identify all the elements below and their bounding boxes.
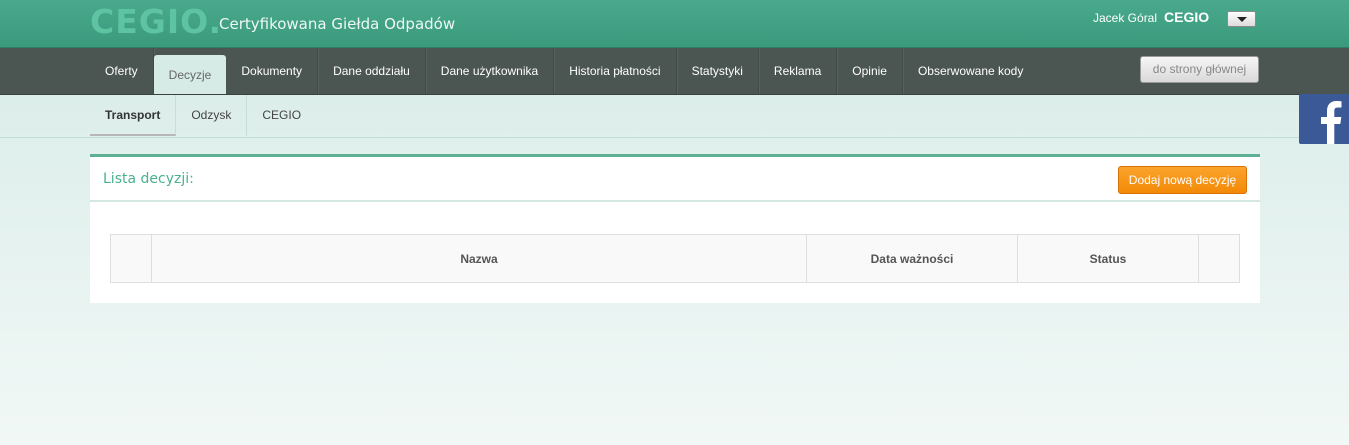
nav-item-historia-platnosci[interactable]: Historia płatności bbox=[554, 48, 677, 94]
nav-item-dokumenty[interactable]: Dokumenty bbox=[226, 48, 319, 94]
facebook-icon bbox=[1321, 101, 1342, 144]
nav-item-oferty[interactable]: Oferty bbox=[90, 48, 154, 94]
header: CEGIO. Certyfikowana Giełda Odpadów Jace… bbox=[0, 0, 1349, 48]
nav-item-opinie[interactable]: Opinie bbox=[837, 48, 903, 94]
user-company: CEGIO bbox=[1164, 9, 1210, 25]
add-decision-button[interactable]: Dodaj nową decyzję bbox=[1118, 166, 1247, 194]
tab-cegio[interactable]: CEGIO bbox=[247, 95, 316, 136]
facebook-link[interactable] bbox=[1299, 94, 1349, 144]
nav-item-decyzje[interactable]: Decyzje bbox=[153, 55, 227, 94]
decisions-table: Nazwa Data ważności Status bbox=[110, 234, 1240, 283]
panel-title: Lista decyzji: bbox=[103, 171, 194, 187]
logo[interactable]: CEGIO. bbox=[90, 2, 222, 41]
decisions-panel: Lista decyzji: Dodaj nową decyzję Nazwa … bbox=[90, 154, 1260, 303]
nav-item-obserwowane-kody[interactable]: Obserwowane kody bbox=[903, 48, 1038, 94]
main-navigation: Oferty Decyzje Dokumenty Dane oddziału D… bbox=[0, 48, 1349, 95]
user-name: Jacek Góral bbox=[1093, 11, 1158, 25]
site-subtitle: Certyfikowana Giełda Odpadów bbox=[219, 15, 456, 33]
tab-transport[interactable]: Transport bbox=[90, 95, 177, 136]
column-header-select bbox=[110, 234, 152, 283]
table-header-row: Nazwa Data ważności Status bbox=[110, 234, 1240, 283]
column-header-nazwa[interactable]: Nazwa bbox=[151, 234, 807, 283]
column-header-actions bbox=[1198, 234, 1240, 283]
nav-item-reklama[interactable]: Reklama bbox=[759, 48, 838, 94]
user-menu-dropdown[interactable] bbox=[1227, 11, 1256, 27]
nav-item-dane-oddzialu[interactable]: Dane oddziału bbox=[318, 48, 426, 94]
caret-down-icon bbox=[1236, 16, 1247, 22]
nav-item-statystyki[interactable]: Statystyki bbox=[677, 48, 759, 94]
sub-navigation: Transport Odzysk CEGIO bbox=[0, 95, 1349, 138]
panel-header: Lista decyzji: Dodaj nową decyzję bbox=[90, 157, 1260, 202]
home-page-button[interactable]: do strony głównej bbox=[1140, 56, 1259, 83]
column-header-status[interactable]: Status bbox=[1017, 234, 1199, 283]
column-header-data-waznosci[interactable]: Data ważności bbox=[806, 234, 1018, 283]
nav-item-dane-uzytkownika[interactable]: Dane użytkownika bbox=[426, 48, 555, 94]
tab-odzysk[interactable]: Odzysk bbox=[176, 95, 248, 136]
